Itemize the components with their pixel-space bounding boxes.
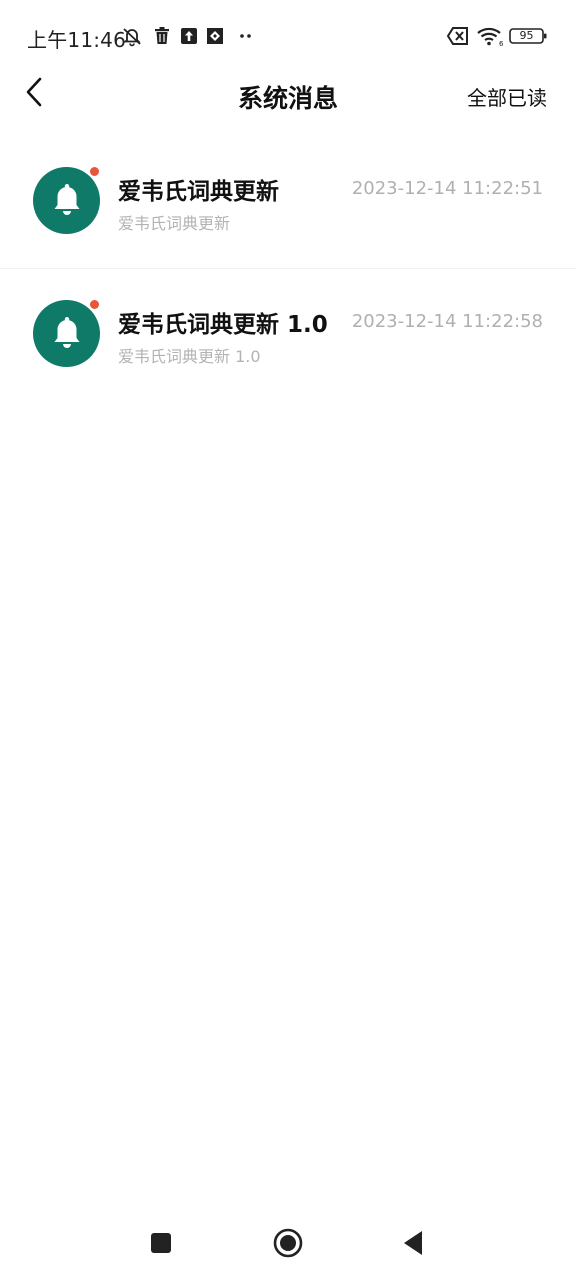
system-nav-bar	[0, 1210, 576, 1280]
battery-icon: 95	[509, 25, 549, 47]
message-time: 2023-12-14 11:22:58	[351, 311, 543, 332]
back-nav-button[interactable]	[396, 1228, 430, 1262]
bell-icon	[50, 314, 84, 354]
unread-dot	[89, 299, 100, 310]
trash-icon	[151, 25, 173, 47]
unread-dot	[89, 166, 100, 177]
app-icon	[204, 25, 226, 47]
wifi-icon: 6	[476, 25, 504, 48]
message-item[interactable]: 爱韦氏词典更新 2023-12-14 11:22:51 爱韦氏词典更新	[0, 135, 576, 268]
message-title: 爱韦氏词典更新 1.0	[118, 312, 328, 338]
notification-avatar	[33, 167, 100, 234]
message-preview: 爱韦氏词典更新 1.0	[118, 347, 261, 366]
more-dots-icon	[236, 25, 258, 47]
muted-bell-icon	[121, 25, 143, 47]
message-title: 爱韦氏词典更新	[118, 179, 279, 205]
battery-level: 95	[519, 29, 534, 42]
message-preview: 爱韦氏词典更新	[118, 214, 231, 233]
bell-icon	[50, 181, 84, 221]
mark-all-read-button[interactable]: 全部已读	[467, 82, 547, 111]
triangle-back-icon	[400, 1229, 426, 1261]
message-item[interactable]: 爱韦氏词典更新 1.0 2023-12-14 11:22:58 爱韦氏词典更新 …	[0, 268, 576, 401]
home-button[interactable]	[271, 1228, 305, 1262]
recent-apps-button[interactable]	[144, 1228, 178, 1262]
sim-error-icon	[446, 25, 468, 47]
status-time: 上午11:46	[27, 28, 127, 52]
circle-home-icon	[272, 1227, 304, 1263]
status-bar: 上午11:46 6 95	[0, 0, 576, 72]
message-time: 2023-12-14 11:22:51	[351, 178, 543, 199]
header: 系统消息 全部已读	[0, 64, 576, 128]
svg-text:6: 6	[499, 40, 504, 47]
square-icon	[149, 1231, 173, 1259]
upload-icon	[178, 25, 200, 47]
notification-avatar	[33, 300, 100, 367]
message-list: 爱韦氏词典更新 2023-12-14 11:22:51 爱韦氏词典更新 爱韦氏词…	[0, 135, 576, 401]
